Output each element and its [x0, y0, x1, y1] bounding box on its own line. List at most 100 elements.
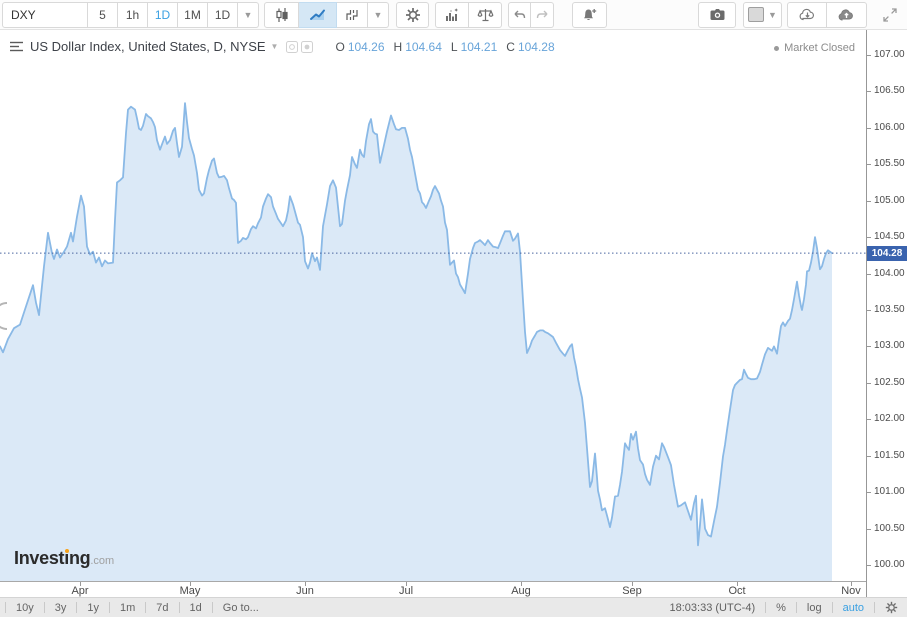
- range-button-1d[interactable]: 1d: [190, 602, 202, 614]
- price-tick-label: 103.00: [874, 340, 905, 351]
- layout-select-button[interactable]: ▼: [743, 2, 782, 28]
- interval-button-1h[interactable]: 1h: [118, 2, 148, 28]
- divider: [765, 602, 766, 613]
- close-label: C: [506, 40, 515, 54]
- settings-button[interactable]: [396, 2, 429, 28]
- undo-arrow-icon: [512, 8, 527, 22]
- price-tick-label: 107.00: [874, 49, 905, 60]
- price-tick-label: 104.00: [874, 268, 905, 279]
- time-tick-label: May: [170, 585, 210, 597]
- close-value: 104.28: [518, 40, 555, 54]
- layout-caret-icon: ▼: [768, 10, 777, 20]
- price-tick-mark: [867, 456, 871, 457]
- scales-icon: [477, 7, 494, 23]
- symbol-input[interactable]: DXY: [2, 2, 88, 28]
- chart-title[interactable]: US Dollar Index, United States, D, NYSE: [30, 39, 266, 54]
- interval-button-1m[interactable]: 1M: [178, 2, 208, 28]
- chart-style-button[interactable]: [337, 2, 368, 28]
- chart-style-caret[interactable]: ▼: [368, 2, 389, 28]
- price-tick-label: 105.00: [874, 195, 905, 206]
- range-button-10y[interactable]: 10y: [16, 602, 34, 614]
- undo-button[interactable]: [508, 2, 531, 28]
- price-tick-mark: [867, 91, 871, 92]
- ghost-dot-icon[interactable]: [301, 41, 313, 53]
- chart-header: US Dollar Index, United States, D, NYSE …: [10, 39, 555, 54]
- redo-arrow-icon: [535, 8, 550, 22]
- layout-square-icon: [748, 7, 764, 22]
- save-layout-button[interactable]: [827, 2, 867, 28]
- quick-action-icons: [286, 41, 316, 53]
- investing-logo: Investıng.com: [14, 548, 114, 569]
- compare-button[interactable]: [469, 2, 502, 28]
- price-tick-label: 103.50: [874, 304, 905, 315]
- interval-button-1d-custom[interactable]: 1D: [208, 2, 238, 28]
- clock-readout[interactable]: 18:03:33 (UTC-4): [670, 602, 756, 614]
- log-scale-toggle[interactable]: log: [807, 602, 822, 614]
- goto-button[interactable]: Go to...: [223, 602, 259, 614]
- top-toolbar: DXY 5 1h 1D 1M 1D ▼: [0, 0, 907, 30]
- title-dropdown-caret[interactable]: ▼: [271, 42, 279, 51]
- price-tick-label: 102.50: [874, 377, 905, 388]
- axis-settings-gear-icon[interactable]: [885, 601, 898, 614]
- price-tick-mark: [867, 274, 871, 275]
- open-label: O: [335, 40, 344, 54]
- price-axis[interactable]: 104.28 107.00 106.50 106.00 105.50 105.00 104…: [866, 30, 907, 597]
- price-tick-mark: [867, 529, 871, 530]
- time-tick-label: Sep: [612, 585, 652, 597]
- price-tick-label: 106.00: [874, 122, 905, 133]
- range-button-3y[interactable]: 3y: [55, 602, 67, 614]
- cloud-upload-icon: [837, 7, 856, 22]
- interval-button-5[interactable]: 5: [88, 2, 118, 28]
- price-tick-label: 100.50: [874, 523, 905, 534]
- price-tick-mark: [867, 565, 871, 566]
- cloud-download-icon: [798, 7, 817, 22]
- price-tick-mark: [867, 492, 871, 493]
- price-tick-label: 106.50: [874, 85, 905, 96]
- add-alert-button[interactable]: [572, 2, 607, 28]
- load-layout-button[interactable]: [787, 2, 827, 28]
- menu-icon[interactable]: [10, 41, 23, 52]
- divider: [874, 602, 875, 613]
- divider: [5, 602, 6, 613]
- interval-dropdown-caret[interactable]: ▼: [238, 2, 259, 28]
- high-value: 104.64: [405, 40, 442, 54]
- low-label: L: [451, 40, 458, 54]
- range-button-1y[interactable]: 1y: [87, 602, 99, 614]
- time-tick-label: Apr: [60, 585, 100, 597]
- range-button-1m[interactable]: 1m: [120, 602, 135, 614]
- time-tick-label: Aug: [501, 585, 541, 597]
- alert-bell-icon: [581, 7, 598, 23]
- time-tick-label: Jul: [386, 585, 426, 597]
- fullscreen-icon: [882, 7, 898, 23]
- price-tick-mark: [867, 419, 871, 420]
- low-value: 104.21: [461, 40, 498, 54]
- range-button-7d[interactable]: 7d: [156, 602, 168, 614]
- candlestick-icon: [274, 7, 290, 23]
- indicators-button[interactable]: [435, 2, 469, 28]
- ghost-camera-icon[interactable]: [286, 41, 298, 53]
- divider: [212, 602, 213, 613]
- time-axis[interactable]: AprMayJunJulAugSepOctNov: [0, 581, 866, 598]
- auto-scale-toggle[interactable]: auto: [843, 602, 864, 614]
- divider: [145, 602, 146, 613]
- line-chart-button[interactable]: [299, 2, 337, 28]
- interval-button-1d-active[interactable]: 1D: [148, 2, 178, 28]
- market-status-label: Market Closed: [784, 42, 855, 54]
- candlestick-chart-button[interactable]: [264, 2, 299, 28]
- chart-region: US Dollar Index, United States, D, NYSE …: [0, 30, 907, 597]
- market-status: Market Closed: [774, 42, 855, 54]
- divider: [109, 602, 110, 613]
- price-tick-label: 105.50: [874, 158, 905, 169]
- snapshot-button[interactable]: [698, 2, 736, 28]
- bottom-toolbar: 10y 3y 1y 1m 7d 1d Go to... 18:03:33 (UT…: [0, 597, 907, 617]
- price-chart-plot[interactable]: [0, 30, 866, 581]
- divider: [44, 602, 45, 613]
- left-edge-handle[interactable]: [0, 302, 8, 330]
- fullscreen-button[interactable]: [875, 7, 904, 23]
- redo-button[interactable]: [531, 2, 554, 28]
- price-tick-label: 101.50: [874, 450, 905, 461]
- divider: [179, 602, 180, 613]
- percent-scale-toggle[interactable]: %: [776, 602, 786, 614]
- logo-brand-text: Investıng: [14, 548, 90, 568]
- last-price-badge: 104.28: [867, 246, 907, 261]
